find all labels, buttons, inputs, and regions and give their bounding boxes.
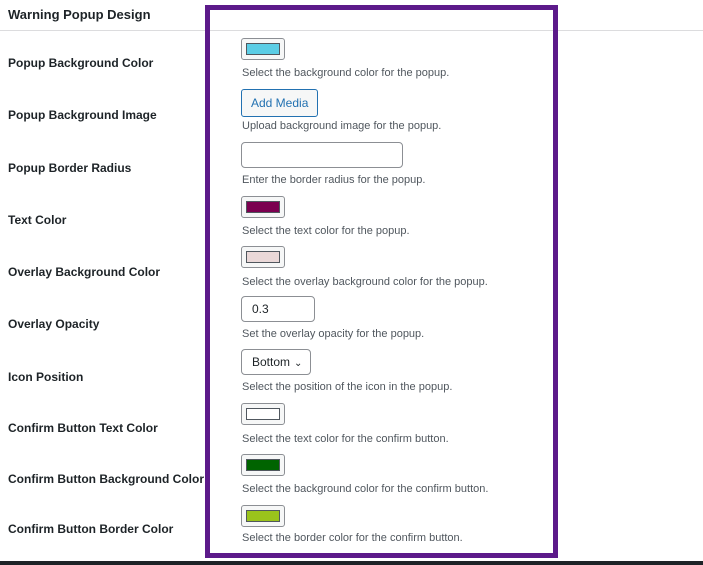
- confirm-button-text-color-label: Confirm Button Text Color: [8, 421, 158, 435]
- icon-position-selected: Bottom: [252, 355, 291, 369]
- add-media-button[interactable]: Add Media: [241, 89, 319, 117]
- icon-position-description: Select the position of the icon in the p…: [242, 381, 453, 393]
- confirm-button-text-color-picker[interactable]: [241, 403, 285, 425]
- color-swatch: [246, 408, 280, 420]
- color-swatch: [246, 43, 280, 55]
- popup-background-image-label: Popup Background Image: [8, 108, 157, 122]
- popup-border-radius-label: Popup Border Radius: [8, 161, 132, 175]
- section-title: Warning Popup Design: [8, 7, 151, 22]
- confirm-button-border-color-picker[interactable]: [241, 505, 285, 527]
- overlay-opacity-label: Overlay Opacity: [8, 317, 100, 331]
- text-color-description: Select the text color for the popup.: [242, 225, 410, 237]
- chevron-down-icon: ⌄: [294, 358, 303, 369]
- confirm-button-background-color-label: Confirm Button Background Color: [8, 472, 204, 486]
- bottom-edge-bar: [0, 561, 703, 565]
- overlay-opacity-input[interactable]: [241, 296, 315, 322]
- popup-border-radius-input[interactable]: [241, 142, 403, 168]
- popup-background-color-description: Select the background color for the popu…: [242, 67, 450, 79]
- confirm-button-background-color-picker[interactable]: [241, 454, 285, 476]
- overlay-background-color-picker[interactable]: [241, 246, 285, 268]
- color-swatch: [246, 201, 280, 213]
- icon-position-select[interactable]: Bottom ⌄: [241, 349, 312, 375]
- popup-background-image-description: Upload background image for the popup.: [242, 120, 442, 132]
- color-swatch: [246, 459, 280, 471]
- text-color-picker[interactable]: [241, 196, 285, 218]
- color-swatch: [246, 251, 280, 263]
- overlay-background-color-description: Select the overlay background color for …: [242, 276, 488, 288]
- popup-border-radius-description: Enter the border radius for the popup.: [242, 174, 426, 186]
- confirm-button-text-color-description: Select the text color for the confirm bu…: [242, 433, 449, 445]
- overlay-opacity-description: Set the overlay opacity for the popup.: [242, 328, 425, 340]
- confirm-button-border-color-description: Select the border color for the confirm …: [242, 532, 463, 544]
- overlay-background-color-label: Overlay Background Color: [8, 265, 161, 279]
- text-color-label: Text Color: [8, 213, 67, 227]
- popup-background-color-label: Popup Background Color: [8, 56, 154, 70]
- icon-position-label: Icon Position: [8, 370, 84, 384]
- color-swatch: [246, 510, 280, 522]
- section-divider: [0, 30, 703, 31]
- confirm-button-background-color-description: Select the background color for the conf…: [242, 483, 489, 495]
- confirm-button-border-color-label: Confirm Button Border Color: [8, 522, 174, 536]
- popup-background-color-picker[interactable]: [241, 38, 285, 60]
